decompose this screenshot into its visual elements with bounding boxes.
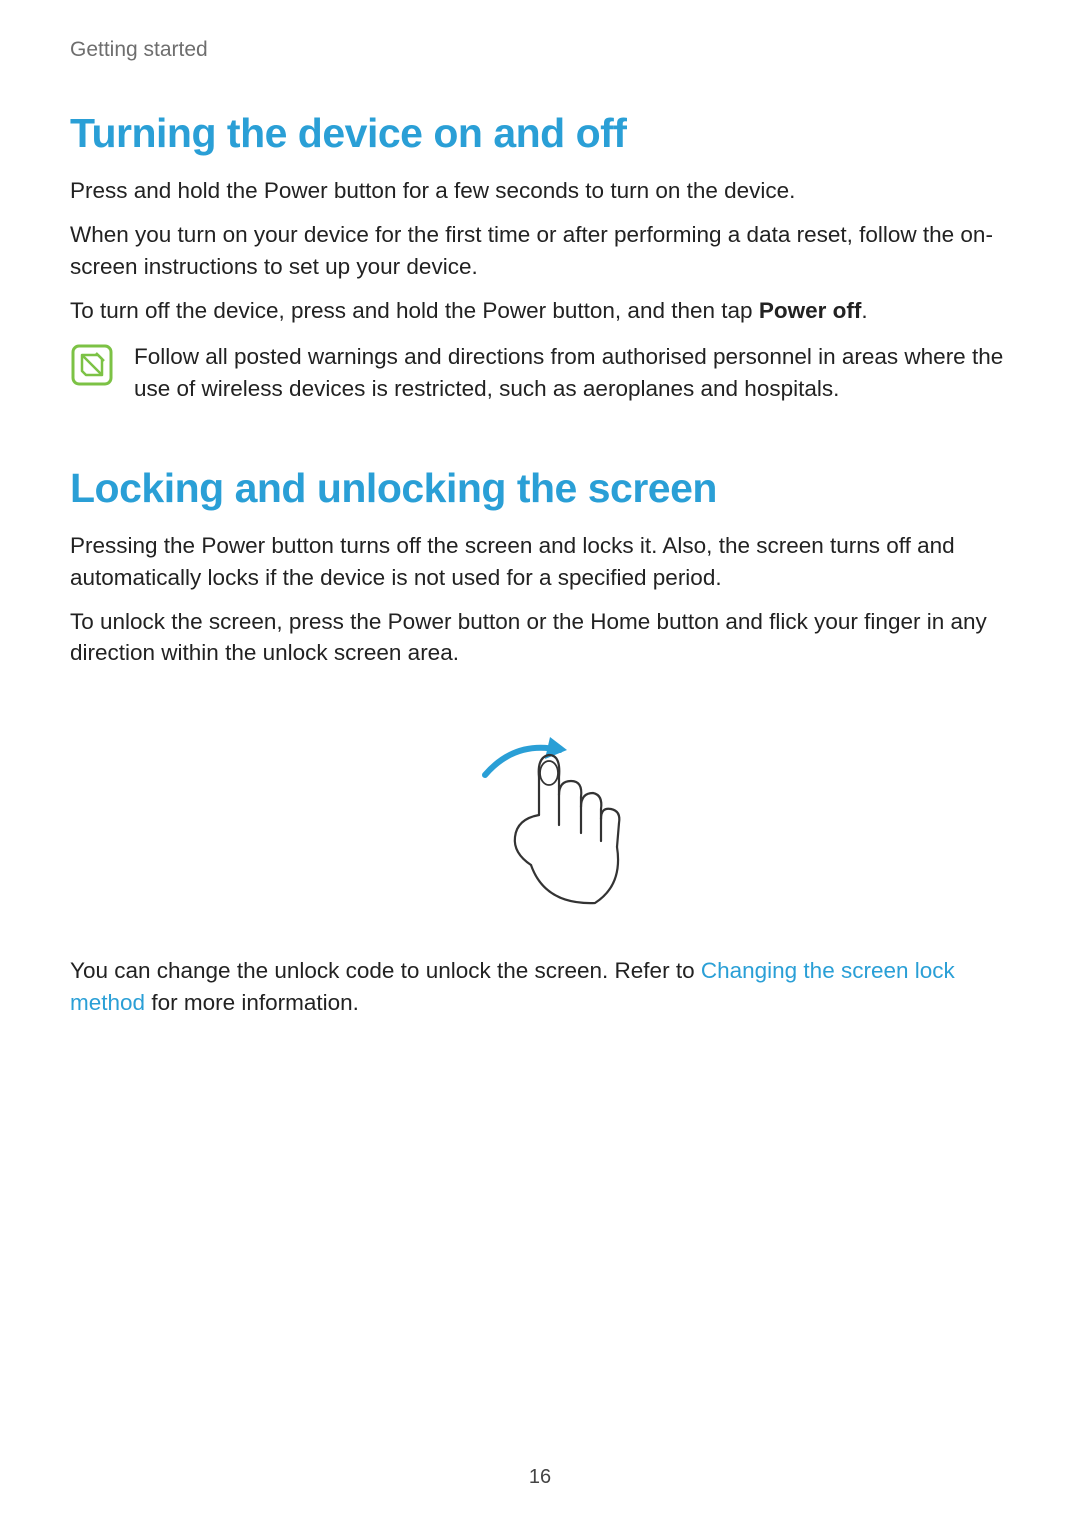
breadcrumb: Getting started <box>70 38 1010 62</box>
page-number: 16 <box>0 1466 1080 1489</box>
note-text: Follow all posted warnings and direction… <box>134 341 1010 405</box>
section-heading-turning-on-off: Turning the device on and off <box>70 110 1010 157</box>
paragraph: To turn off the device, press and hold t… <box>70 295 1010 327</box>
note-icon <box>70 343 114 387</box>
note-block: Follow all posted warnings and direction… <box>70 341 1010 405</box>
text-span: . <box>861 298 867 323</box>
section-heading-locking-unlocking: Locking and unlocking the screen <box>70 465 1010 512</box>
text-span: for more information. <box>145 990 359 1015</box>
text-span: To turn off the device, press and hold t… <box>70 298 759 323</box>
swipe-gesture-figure <box>70 715 1010 925</box>
paragraph: When you turn on your device for the fir… <box>70 219 1010 283</box>
paragraph: You can change the unlock code to unlock… <box>70 955 1010 1019</box>
paragraph: To unlock the screen, press the Power bu… <box>70 606 1010 670</box>
paragraph: Pressing the Power button turns off the … <box>70 530 1010 594</box>
bold-power-off: Power off <box>759 298 862 323</box>
text-span: You can change the unlock code to unlock… <box>70 958 701 983</box>
paragraph: Press and hold the Power button for a fe… <box>70 175 1010 207</box>
